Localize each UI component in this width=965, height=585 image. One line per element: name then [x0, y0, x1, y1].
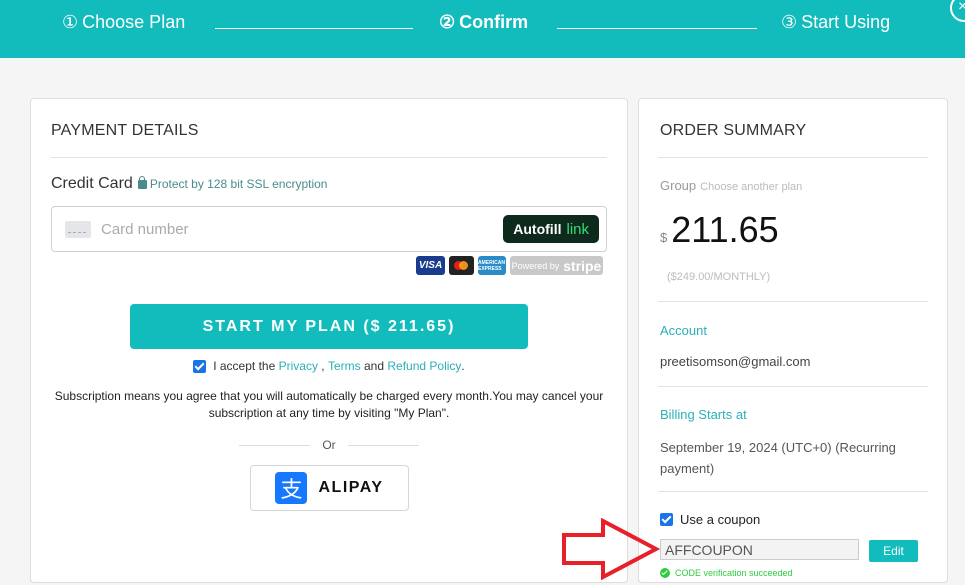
- link-logo: link: [566, 220, 589, 238]
- divider: [239, 444, 311, 446]
- step-number: ②: [439, 12, 456, 32]
- divider: [51, 157, 607, 158]
- visa-icon: VISA: [416, 256, 445, 275]
- step-choose-plan[interactable]: ① Choose Plan: [62, 12, 185, 33]
- stripe-logo: stripe: [563, 257, 602, 274]
- close-icon[interactable]: ×: [950, 0, 965, 22]
- step-number: ①: [62, 12, 79, 32]
- stripe-prefix: Powered by: [511, 260, 560, 271]
- card-number-placeholder: Card number: [101, 220, 189, 238]
- autofill-link-button[interactable]: Autofill link: [503, 215, 599, 243]
- start-my-plan-button[interactable]: START MY PLAN ($ 211.65): [130, 304, 528, 349]
- billing-start-label: Billing Starts at: [660, 407, 747, 422]
- step-label: Confirm: [459, 12, 529, 32]
- account-label: Account: [660, 323, 707, 338]
- edit-coupon-button[interactable]: Edit: [869, 540, 918, 562]
- plan-name: Group: [660, 178, 697, 193]
- price-value: 211.65: [671, 209, 779, 250]
- choose-another-plan-link[interactable]: Choose another plan: [700, 181, 802, 193]
- order-summary-panel: ORDER SUMMARY Group Choose another plan …: [638, 98, 948, 583]
- coupon-code-input[interactable]: AFFCOUPON: [660, 539, 859, 560]
- use-coupon-row: Use a coupon: [660, 512, 760, 527]
- coupon-status: CODE verification succeeded: [660, 568, 793, 578]
- lock-icon: [137, 176, 147, 189]
- check-circle-icon: [660, 568, 670, 578]
- accept-prefix: I accept the: [213, 359, 276, 373]
- price: $ 211.65: [660, 209, 779, 251]
- ssl-text: Protect by 128 bit SSL encryption: [149, 176, 328, 191]
- original-monthly-price: ($249.00/MONTHLY): [667, 271, 771, 283]
- or-separator: Or: [239, 438, 419, 452]
- or-label: Or: [322, 438, 336, 452]
- coupon-status-text: CODE verification succeeded: [675, 568, 793, 578]
- credit-card-icon: [65, 220, 91, 238]
- step-confirm: ② Confirm: [439, 12, 528, 33]
- terms-link[interactable]: Terms: [328, 359, 361, 373]
- credit-card-header: Credit Card Protect by 128 bit SSL encry…: [51, 175, 327, 193]
- payment-details-panel: PAYMENT DETAILS Credit Card Protect by 1…: [30, 98, 628, 583]
- credit-card-label: Credit Card: [51, 175, 133, 192]
- divider: [658, 301, 928, 302]
- divider: [658, 386, 928, 387]
- step-number: ③: [781, 12, 798, 32]
- refund-policy-link[interactable]: Refund Policy: [387, 359, 461, 373]
- accept-terms-row: I accept the Privacy , Terms and Refund …: [31, 359, 627, 373]
- step-label: Choose Plan: [82, 12, 186, 32]
- use-coupon-checkbox[interactable]: [660, 513, 673, 526]
- alipay-button[interactable]: 支 ALIPAY: [250, 465, 409, 511]
- powered-by-stripe-badge: Powered by stripe: [510, 256, 603, 275]
- privacy-link[interactable]: Privacy: [279, 359, 318, 373]
- currency-symbol: $: [660, 230, 668, 245]
- divider: [347, 444, 419, 446]
- divider: [658, 157, 928, 158]
- accept-period: .: [461, 359, 465, 373]
- step-start-using: ③ Start Using: [781, 12, 890, 33]
- accept-terms-checkbox[interactable]: [193, 359, 207, 373]
- annotation-arrow-icon: [562, 518, 660, 580]
- card-number-input[interactable]: Card number Autofill link: [51, 206, 607, 252]
- step-connector: [557, 28, 757, 29]
- autofill-label: Autofill: [513, 221, 562, 237]
- alipay-label: ALIPAY: [318, 479, 384, 496]
- payment-details-title: PAYMENT DETAILS: [51, 122, 199, 139]
- step-connector: [215, 28, 413, 29]
- divider: [658, 491, 928, 492]
- use-coupon-label: Use a coupon: [680, 512, 761, 527]
- order-summary-title: ORDER SUMMARY: [660, 122, 807, 139]
- amex-icon: AMERICAN EXPRESS: [478, 256, 506, 275]
- ssl-note: Protect by 128 bit SSL encryption: [137, 176, 328, 191]
- arrow-shape: [562, 518, 660, 580]
- account-email: preetisomson@gmail.com: [660, 354, 811, 369]
- plan-row: Group Choose another plan: [660, 178, 802, 193]
- subscription-notice: Subscription means you agree that you wi…: [54, 389, 604, 420]
- checkout-stepper: ① Choose Plan ② Confirm ③ Start Using ×: [0, 0, 965, 58]
- step-label: Start Using: [801, 12, 891, 32]
- accept-comma: ,: [321, 359, 325, 373]
- billing-start-value: September 19, 2024 (UTC+0) (Recurring pa…: [660, 440, 896, 476]
- card-brands: VISA AMERICAN EXPRESS Powered by stripe: [416, 256, 603, 275]
- alipay-icon: 支: [275, 472, 308, 504]
- accept-and: and: [364, 359, 385, 373]
- mastercard-icon: [449, 256, 474, 275]
